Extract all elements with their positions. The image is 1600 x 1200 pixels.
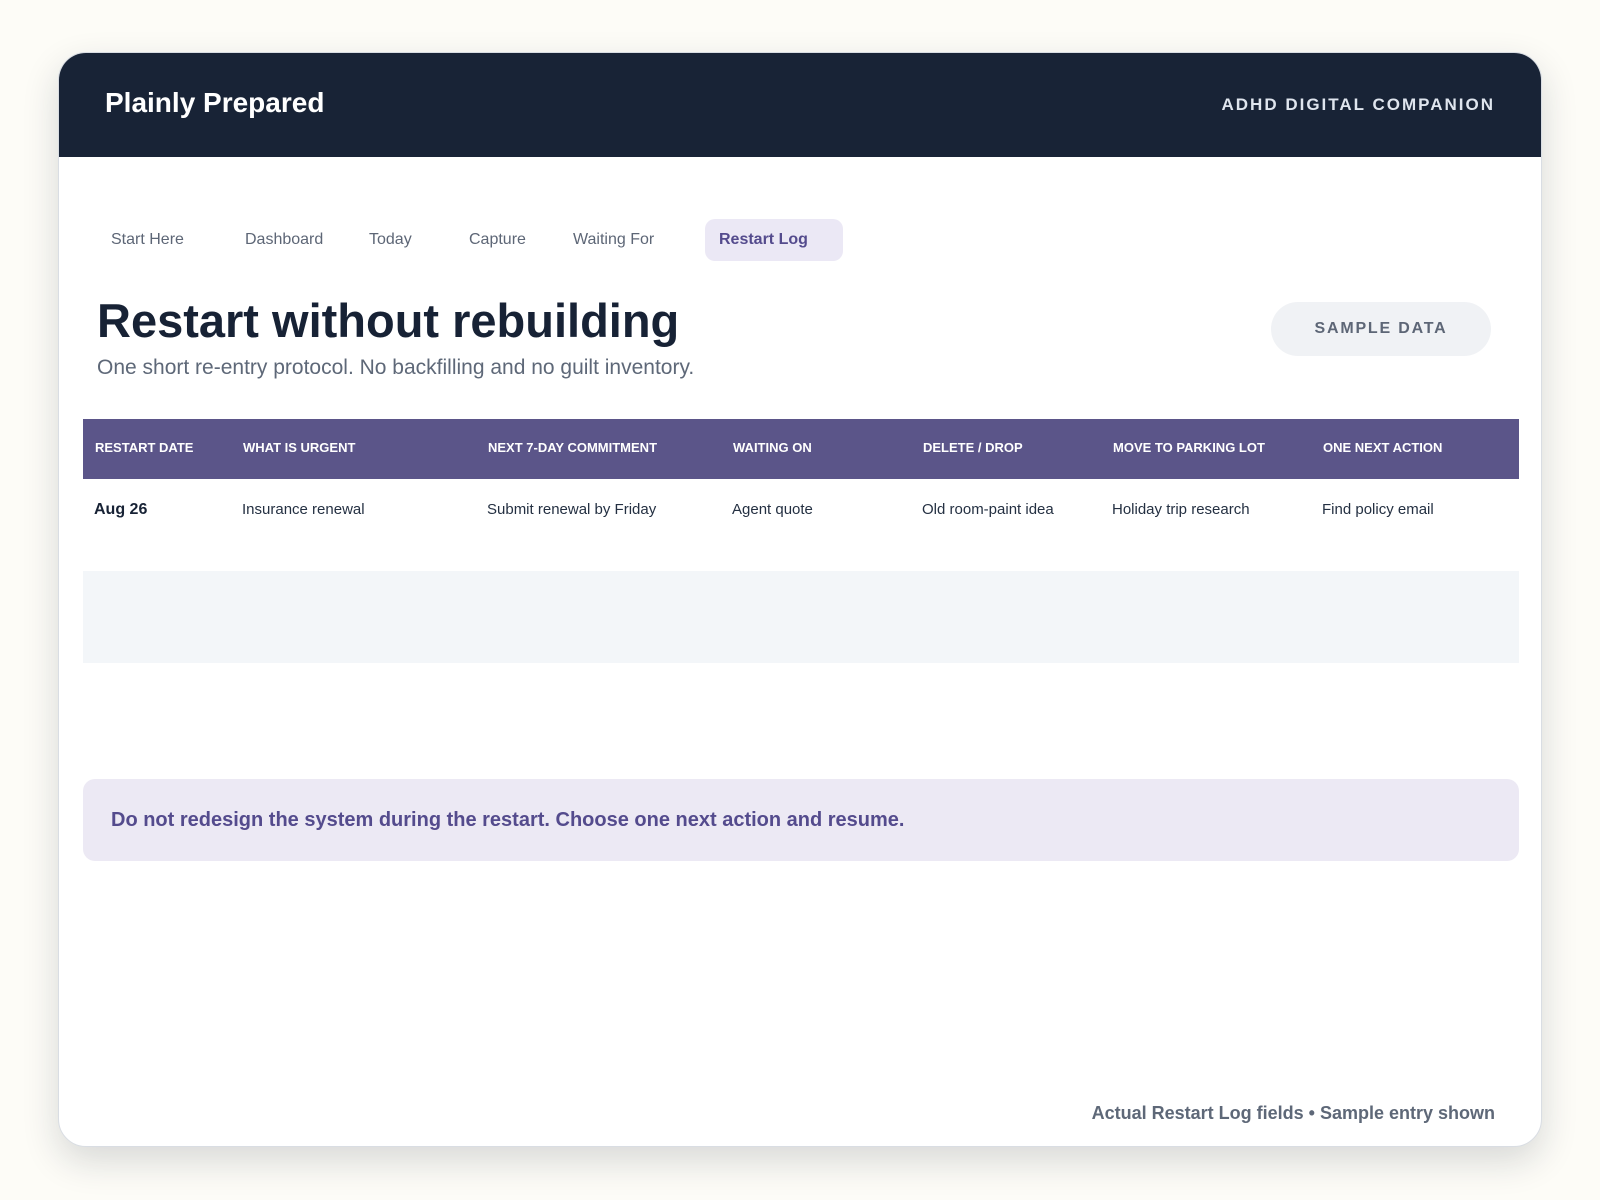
restart-guidance-note: Do not redesign the system during the re…	[83, 779, 1519, 861]
cell-one-next-action: Find policy email	[1322, 501, 1434, 518]
column-header-waiting-on: WAITING ON	[733, 440, 812, 455]
cell-next-7-day-commitment: Submit renewal by Friday	[487, 501, 657, 518]
table-row-empty[interactable]	[83, 571, 1519, 663]
tab-start-here[interactable]: Start Here	[97, 219, 198, 261]
restart-log-table: RESTART DATE WHAT IS URGENT NEXT 7-DAY C…	[83, 419, 1519, 663]
page-title: Restart without rebuilding	[97, 294, 680, 347]
cell-delete-drop: Old room-paint idea	[922, 501, 1054, 518]
column-header-what-is-urgent: WHAT IS URGENT	[243, 440, 356, 455]
tab-capture[interactable]: Capture	[455, 219, 540, 261]
tab-waiting-for[interactable]: Waiting For	[559, 219, 668, 261]
table-row[interactable]: Aug 26 Insurance renewal Submit renewal …	[83, 479, 1519, 571]
column-header-parking-lot: MOVE TO PARKING LOT	[1113, 440, 1265, 455]
tab-dashboard[interactable]: Dashboard	[231, 219, 337, 261]
column-header-restart-date: RESTART DATE	[95, 440, 194, 455]
sample-data-badge: SAMPLE DATA	[1271, 302, 1491, 356]
footnote: Actual Restart Log fields • Sample entry…	[1091, 1103, 1495, 1123]
table-header: RESTART DATE WHAT IS URGENT NEXT 7-DAY C…	[83, 419, 1519, 479]
column-header-next-7-day-commitment: NEXT 7-DAY COMMITMENT	[488, 440, 658, 455]
brand-tagline: ADHD DIGITAL COMPANION	[1221, 95, 1495, 114]
brand-title: Plainly Prepared	[105, 87, 325, 118]
column-header-delete-drop: DELETE / DROP	[923, 440, 1023, 455]
tab-restart-log[interactable]: Restart Log	[705, 219, 843, 261]
cell-waiting-on: Agent quote	[732, 501, 813, 518]
cell-parking-lot: Holiday trip research	[1112, 501, 1250, 518]
app-header: Plainly Prepared ADHD DIGITAL COMPANION	[59, 53, 1541, 157]
column-header-one-next-action: ONE NEXT ACTION	[1323, 440, 1443, 455]
cell-restart-date: Aug 26	[94, 501, 148, 518]
app-card: Plainly Prepared ADHD DIGITAL COMPANION …	[58, 52, 1542, 1147]
tab-today[interactable]: Today	[355, 219, 426, 261]
page-subtitle: One short re-entry protocol. No backfill…	[97, 356, 695, 379]
cell-what-is-urgent: Insurance renewal	[242, 501, 365, 518]
